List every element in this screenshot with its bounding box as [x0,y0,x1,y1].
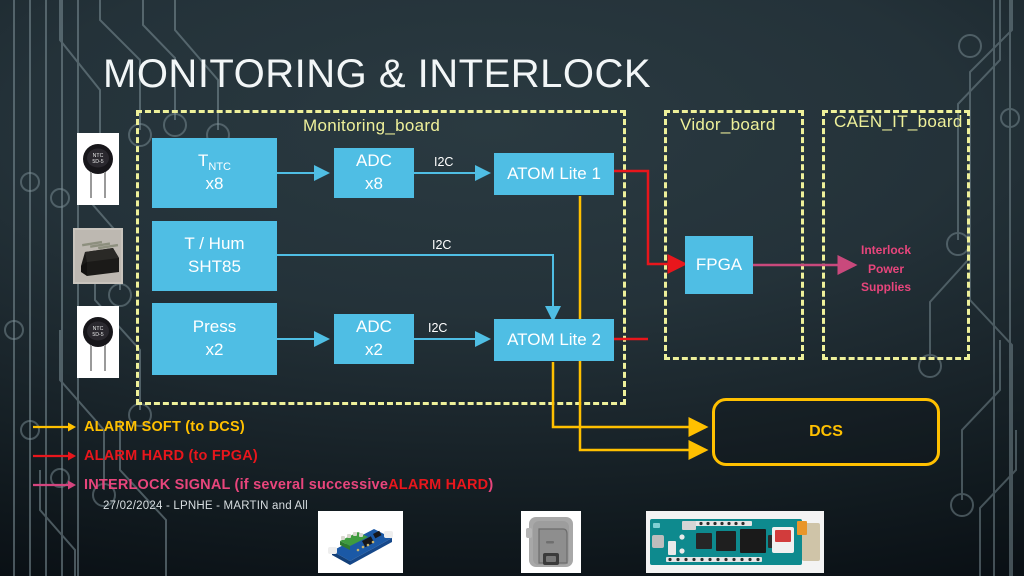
legend-item-alarm-soft: ALARM SOFT (to DCS) [33,419,245,435]
interlock-line-2: Power [868,261,905,276]
block-t-hum-label: T / Hum [184,234,245,254]
block-fpga-label: FPGA [695,254,743,274]
group-monitoring-board-label: Monitoring_board [303,116,441,135]
photo-vidor-fpga-board [646,511,824,573]
block-press: Press x2 [152,303,277,375]
slide-canvas: MONITORING & INTERLOCK Monitoring_board … [0,0,1024,576]
block-t-ntc-label: T [198,151,209,171]
wire-label-i2c-sht85-atom2: I2C [432,238,452,252]
block-atom-lite-1-label: ATOM Lite 1 [507,163,601,183]
block-atom-lite-2-label: ATOM Lite 2 [507,329,601,349]
block-press-label: Press [192,317,237,337]
block-t-hum: T / Hum SHT85 [152,221,277,291]
legend-arrow-alarm-soft [33,422,76,432]
block-adc-x8-label: ADC [356,151,392,171]
dcs-label: DCS [809,423,843,440]
photo-sht85-sensor [73,228,123,284]
wire-label-i2c-adc8-atom1: I2C [434,155,454,169]
block-atom-lite-1: ATOM Lite 1 [494,153,614,195]
legend-label-interlock-pre: INTERLOCK SIGNAL (if several successive [84,477,389,493]
block-adc-x8-count: x8 [365,174,383,193]
legend-label-alarm-hard: ALARM HARD (to FPGA) [84,448,258,464]
legend-label-interlock-post: ) [488,477,494,493]
photo-atom-lite-module [521,511,581,573]
wire-label-i2c-adc2-atom2: I2C [428,321,448,335]
svg-text:5D-5: 5D-5 [92,332,103,338]
block-t-ntc-count: x8 [205,174,224,193]
svg-text:5D-5: 5D-5 [92,159,103,165]
group-vidor-board [664,110,804,360]
legend-item-alarm-hard: ALARM HARD (to FPGA) [33,448,258,464]
interlock-power-supplies-label: Interlock Power Supplies [861,241,911,297]
group-caen-it-board [822,110,970,360]
block-press-count: x2 [205,340,224,359]
legend-label-alarm-soft: ALARM SOFT (to DCS) [84,419,245,435]
block-t-ntc-sub: NTC [208,161,231,174]
block-adc-x2-count: x2 [365,340,383,359]
legend-item-interlock-signal: INTERLOCK SIGNAL (if several successive … [33,477,493,493]
block-fpga: FPGA [685,236,753,294]
group-caen-it-board-label: CAEN_IT_board [834,112,963,131]
interlock-line-1: Interlock [861,243,912,257]
block-adc-x8: ADC x8 [334,148,414,198]
photo-ntc-thermistor-top: NTC 5D-5 [77,133,119,205]
interlock-line-3: Supplies [861,280,912,295]
block-adc-x2-label: ADC [356,317,392,337]
block-t-ntc: TNTC x8 [152,138,277,208]
page-title: MONITORING & INTERLOCK [103,52,652,96]
block-t-hum-model: SHT85 [188,257,241,276]
footer-credit: 27/02/2024 - LPNHE - MARTIN and All [103,500,308,512]
block-atom-lite-2: ATOM Lite 2 [494,319,614,361]
block-adc-x2: ADC x2 [334,314,414,364]
dcs-box: DCS [712,398,940,466]
legend-label-interlock-hard: ALARM HARD [388,477,489,493]
legend-arrow-alarm-hard [33,451,76,461]
legend-arrow-interlock-signal [33,480,76,490]
photo-ntc-thermistor-bottom: NTC 5D-5 [77,306,119,378]
photo-adc-breakout-board [318,511,403,573]
group-vidor-board-label: Vidor_board [680,115,776,134]
